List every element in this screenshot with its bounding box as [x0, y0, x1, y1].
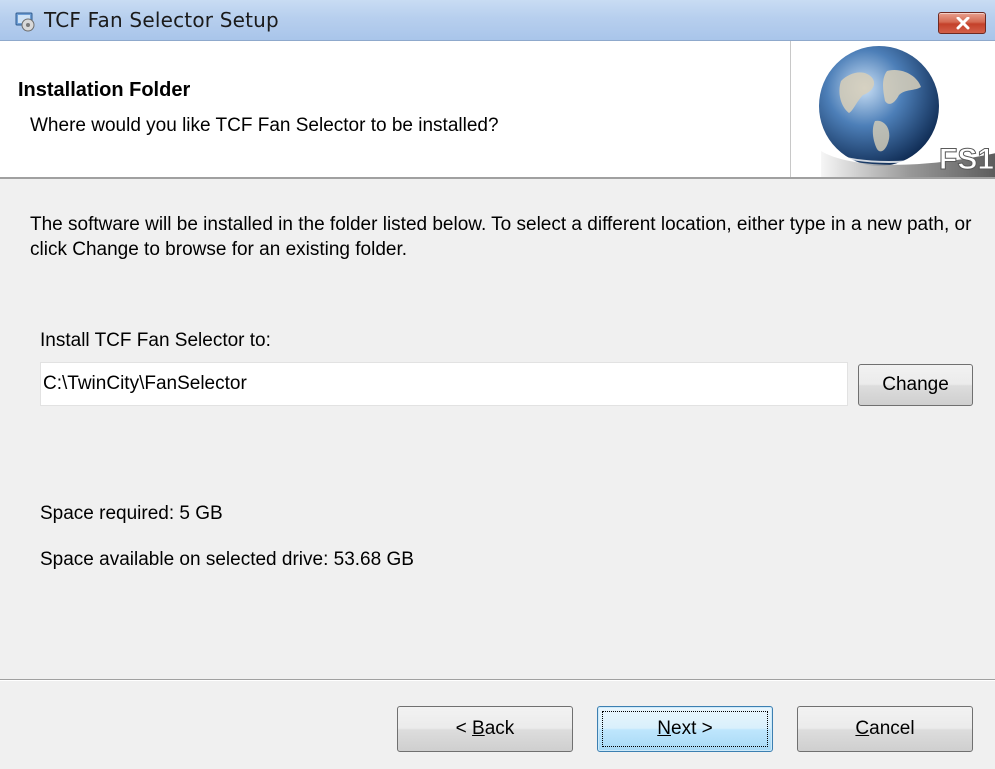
- product-logo: FS10: [790, 41, 995, 177]
- space-available-text: Space available on selected drive: 53.68…: [40, 549, 414, 570]
- back-mnemonic: B: [472, 718, 485, 739]
- instructions-text: The software will be installed in the fo…: [30, 214, 972, 260]
- next-button[interactable]: Next >: [597, 706, 773, 752]
- cancel-mnemonic: C: [855, 718, 870, 739]
- back-button[interactable]: < Back: [397, 706, 573, 752]
- dialog-header: Installation Folder Where would you like…: [0, 41, 995, 179]
- space-required-text: Space required: 5 GB: [40, 503, 223, 524]
- setup-dialog: TCF Fan Selector Setup Installation Fold…: [0, 0, 995, 769]
- title-bar[interactable]: TCF Fan Selector Setup: [0, 0, 995, 41]
- back-rest: ack: [484, 718, 515, 739]
- page-subheading: Where would you like TCF Fan Selector to…: [30, 115, 499, 136]
- change-button[interactable]: Change: [858, 364, 973, 406]
- install-location-label: Install TCF Fan Selector to:: [40, 330, 271, 351]
- close-button[interactable]: [938, 12, 986, 34]
- change-button-label: Change: [882, 374, 949, 395]
- next-mnemonic: N: [657, 718, 671, 739]
- window-title: TCF Fan Selector Setup: [44, 8, 279, 32]
- page-heading: Installation Folder: [18, 79, 191, 101]
- install-path-input[interactable]: [40, 362, 848, 406]
- footer-separator: [0, 679, 995, 681]
- setup-installer-icon: [14, 10, 36, 32]
- cancel-rest: ancel: [869, 718, 915, 739]
- logo-text: FS10: [939, 143, 995, 176]
- back-prefix: <: [455, 718, 473, 739]
- next-rest: ext >: [671, 718, 713, 739]
- cancel-button[interactable]: Cancel: [797, 706, 973, 752]
